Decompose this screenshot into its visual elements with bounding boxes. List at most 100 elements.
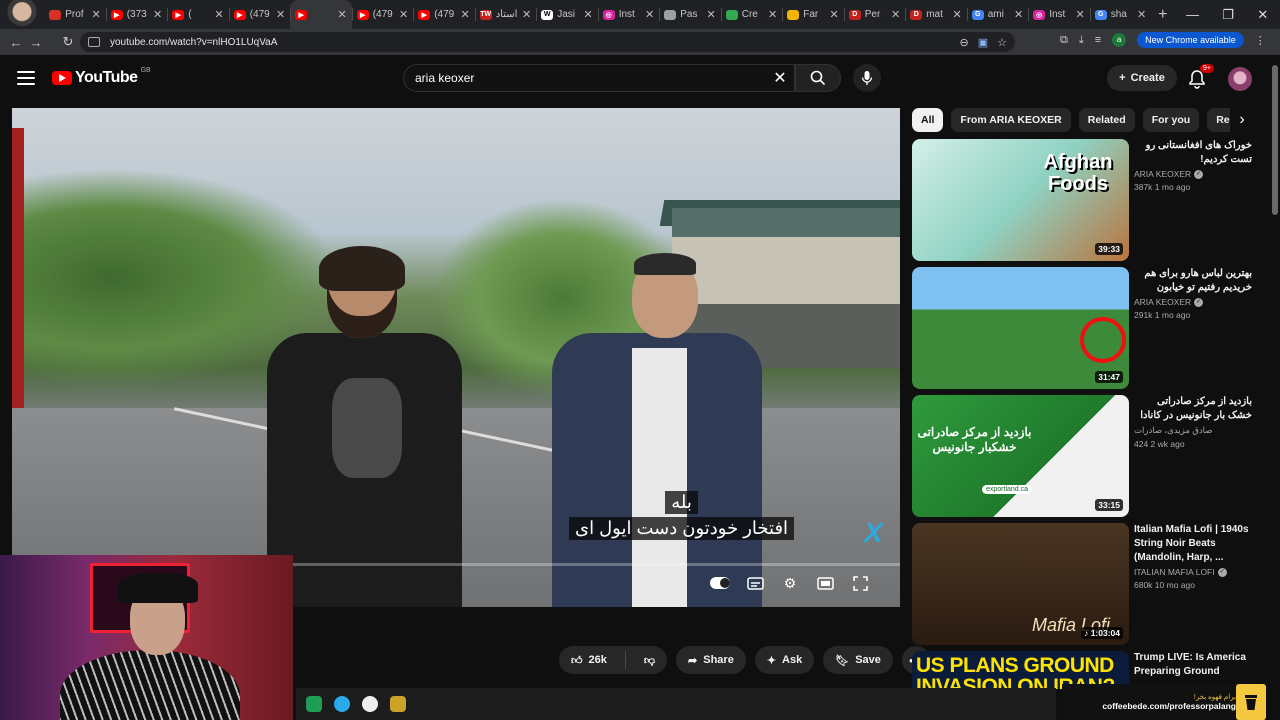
video-thumbnail[interactable]: Mafia Lofi ♪ 1:03:04 (912, 523, 1129, 645)
browser-tab[interactable]: Gsha ✕ (1089, 0, 1152, 29)
browser-tab[interactable]: Prof ✕ (44, 0, 106, 29)
tab-close-icon[interactable]: ✕ (1137, 8, 1146, 21)
create-button[interactable]: + Create (1107, 65, 1177, 91)
telegram-icon[interactable] (334, 696, 350, 712)
tab-close-icon[interactable]: ✕ (830, 8, 839, 21)
scrollbar-thumb[interactable] (1272, 65, 1278, 215)
tab-close-icon[interactable]: ✕ (399, 8, 408, 21)
related-video[interactable]: بازدید از مرکز صادراتی خشکبار جانونیس ex… (912, 395, 1262, 523)
channel-name[interactable]: ARIA KEOXER ✓ (1134, 169, 1252, 179)
tab-close-icon[interactable]: ✕ (953, 8, 962, 21)
tab-close-icon[interactable]: ✕ (461, 8, 470, 21)
page-scrollbar[interactable] (1270, 55, 1280, 684)
tab-close-icon[interactable]: ✕ (584, 8, 593, 21)
tab-close-icon[interactable]: ✕ (92, 8, 101, 21)
fullscreen-button[interactable] (850, 573, 870, 593)
browser-tab[interactable]: ▶(✕ (167, 0, 229, 29)
forward-button[interactable]: → (26, 35, 46, 50)
filter-chip[interactable]: Related (1078, 108, 1135, 132)
dislike-button[interactable]: 👎︎ (632, 646, 667, 674)
tab-close-icon[interactable]: ✕ (338, 8, 347, 21)
restore-button[interactable]: ❐ (1222, 7, 1234, 23)
related-video-title[interactable]: بهترین لباس هارو برای هم خریدیم رفتیم تو… (1134, 267, 1252, 295)
channel-watermark-icon[interactable]: X (864, 519, 890, 547)
browser-tab[interactable]: Pas ✕ (659, 0, 721, 29)
tab-close-icon[interactable]: ✕ (1014, 8, 1023, 21)
downloads-icon[interactable]: ⤓ (1079, 34, 1084, 47)
search-box[interactable]: aria keoxer ✕ (403, 64, 795, 92)
browser-tab[interactable]: ◎ Inst ✕ (1028, 0, 1090, 29)
related-video-title[interactable]: Italian Mafia Lofi | 1940s String Noir B… (1134, 523, 1252, 565)
browser-tab[interactable]: ▶ (479 ✕ (413, 0, 475, 29)
related-video-title[interactable]: Trump LIVE: Is America Preparing Ground … (1134, 651, 1252, 679)
app-icon[interactable] (306, 696, 322, 712)
notifications-button[interactable]: 9+ (1188, 64, 1214, 89)
like-button[interactable]: 👍︎ 26k (559, 646, 619, 674)
address-bar[interactable]: youtube.com/watch?v=nlHO1LUqVaA ⊖ ▣ ☆ (80, 32, 1015, 52)
guide-menu-icon[interactable] (15, 69, 37, 87)
chips-next-chevron-icon[interactable]: › (1230, 108, 1254, 132)
back-button[interactable]: ← (6, 35, 26, 50)
tab-close-icon[interactable]: ✕ (215, 8, 224, 21)
ask-button[interactable]: ✦ Ask (754, 646, 815, 674)
new-tab-button[interactable]: + (1151, 6, 1174, 24)
related-video[interactable]: 31:47 بهترین لباس هارو برای هم خریدیم رف… (912, 267, 1262, 395)
browser-tab[interactable]: Cre ✕ (720, 0, 783, 29)
minimize-button[interactable]: — (1186, 7, 1199, 23)
browser-tab[interactable]: ▶ ✕ (290, 0, 352, 29)
theater-mode-button[interactable] (815, 573, 835, 593)
browser-tab[interactable]: Far ✕ (782, 0, 844, 29)
address-url[interactable]: youtube.com/watch?v=nlHO1LUqVaA (110, 37, 960, 48)
related-video-title[interactable]: بازدید از مرکز صادراتی خشک بار جانونیس د… (1134, 395, 1252, 423)
tab-close-icon[interactable]: ✕ (276, 8, 285, 21)
reload-button[interactable]: ↻ (58, 34, 78, 50)
site-info-icon[interactable] (88, 37, 100, 47)
channel-name[interactable]: صادق مزیدی، صادرات (1134, 425, 1252, 436)
channel-name[interactable]: ARIA KEOXER ✓ (1134, 297, 1252, 307)
channel-name[interactable]: ITALIAN MAFIA LOFI ✓ (1134, 567, 1252, 577)
video-thumbnail[interactable]: Afghan Foods 39:33 (912, 139, 1129, 261)
browser-tab[interactable]: W Jasi ✕ (536, 0, 598, 29)
bookmark-star-icon[interactable]: ☆ (997, 36, 1007, 49)
tab-close-icon[interactable]: ✕ (768, 8, 777, 21)
tab-close-icon[interactable]: ✕ (707, 8, 716, 21)
save-button[interactable]: 🔖︎ Save (823, 646, 893, 674)
tab-close-icon[interactable]: ✕ (1076, 8, 1085, 21)
video-thumbnail[interactable]: بازدید از مرکز صادراتی خشکبار جانونیس ex… (912, 395, 1129, 517)
account-avatar[interactable] (1228, 67, 1252, 91)
related-video[interactable]: Afghan Foods 39:33 خوراک های افغانستانی … (912, 139, 1262, 267)
settings-button[interactable]: ⚙ (780, 573, 800, 593)
browser-tab[interactable]: ▶ (373 ✕ (105, 0, 168, 29)
extensions-icon[interactable]: ⧉ (1060, 34, 1068, 47)
filter-chip[interactable]: All (912, 108, 944, 132)
app-icon[interactable] (390, 696, 406, 712)
video-thumbnail[interactable]: 31:47 (912, 267, 1129, 389)
youtube-logo[interactable]: YouTube GB (52, 67, 151, 87)
browser-tab[interactable]: ◎ Inst ✕ (597, 0, 660, 29)
new-chrome-available-button[interactable]: New Chrome available (1137, 32, 1244, 48)
zoom-icon[interactable]: ⊖ (960, 36, 969, 49)
browser-tab[interactable]: ▶ (479 ✕ (351, 0, 414, 29)
tab-close-icon[interactable]: ✕ (153, 8, 162, 21)
subtitles-button[interactable] (745, 573, 765, 593)
browser-tab[interactable]: ▶ (479 ✕ (228, 0, 291, 29)
related-video[interactable]: Mafia Lofi ♪ 1:03:04 Italian Mafia Lofi … (912, 523, 1262, 651)
search-input[interactable]: aria keoxer (415, 71, 766, 85)
search-button[interactable] (795, 64, 841, 92)
chrome-profile-avatar[interactable]: a (1112, 33, 1127, 47)
tab-close-icon[interactable]: ✕ (522, 8, 531, 21)
autoplay-toggle[interactable] (710, 573, 730, 593)
close-window-button[interactable]: ✕ (1257, 7, 1268, 23)
browser-tab[interactable]: TW استاد ✕ (474, 0, 537, 29)
tab-close-icon[interactable]: ✕ (645, 8, 654, 21)
filter-chip[interactable]: For you (1142, 108, 1200, 132)
voice-search-button[interactable] (853, 64, 881, 92)
media-player-icon[interactable] (362, 696, 378, 712)
browser-tab[interactable]: Dmat ✕ (905, 0, 967, 29)
clear-search-icon[interactable]: ✕ (766, 68, 794, 88)
media-controls-icon[interactable]: ≡ (1095, 34, 1101, 46)
share-button[interactable]: ➦ Share (676, 646, 746, 674)
browser-tab[interactable]: D Per ✕ (843, 0, 906, 29)
video-player[interactable]: بله افتخار خودتون دست ایول ای X ⚙ (12, 108, 900, 607)
browser-tab[interactable]: Gami ✕ (966, 0, 1029, 29)
